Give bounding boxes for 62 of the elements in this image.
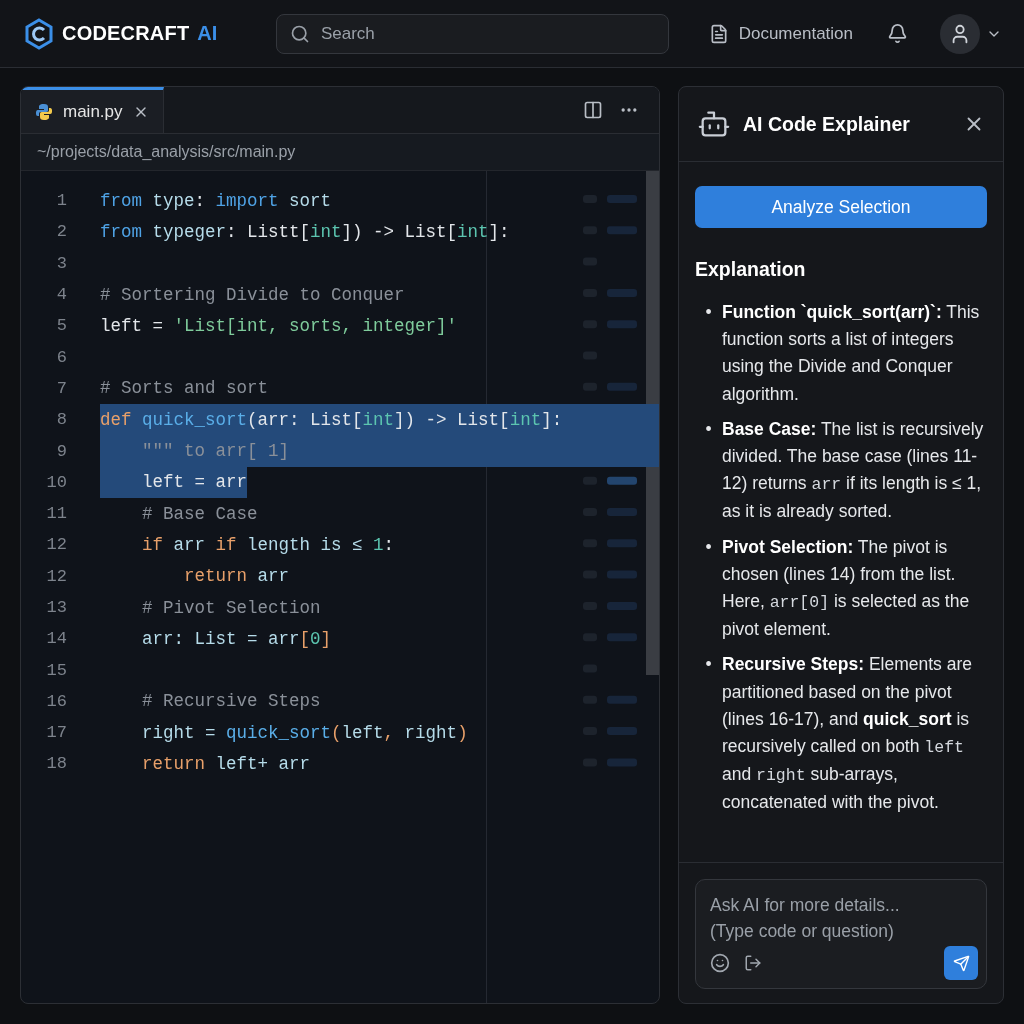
code-line: right = quick_sort(left, right) xyxy=(141,721,468,745)
line-number: 16 xyxy=(45,691,67,711)
analyze-button[interactable]: Analyze Selection xyxy=(695,186,987,228)
code-line: def quick_sort(arr: List[int]) -> List[int]: xyxy=(100,408,563,432)
python-icon xyxy=(35,102,53,121)
bullet: • xyxy=(704,535,713,559)
bullet: • xyxy=(704,301,713,324)
line-number: 18 xyxy=(45,754,67,774)
emoji-icon[interactable] xyxy=(710,953,730,973)
line-number: 8 xyxy=(55,410,67,430)
line-number: 17 xyxy=(45,723,67,743)
code-line: """ to arr[ 1] xyxy=(141,440,290,463)
code-line: # Recursive Steps xyxy=(141,690,321,714)
code-line: arr: List = arr[0] xyxy=(141,627,332,651)
code-line: from type: import sort xyxy=(100,189,332,213)
send-icon xyxy=(952,954,970,972)
code-line: return arr xyxy=(183,565,290,589)
panel-title: AI Code Explainer xyxy=(743,112,911,136)
line-number: 15 xyxy=(45,660,67,680)
line-number: 12 xyxy=(45,566,67,586)
bullet: • xyxy=(704,653,713,677)
code-line: # Base Case xyxy=(141,502,258,526)
line-number: 13 xyxy=(45,598,67,617)
line-number: 6 xyxy=(55,347,67,367)
line-number: 3 xyxy=(55,253,67,273)
explanation-item: Function `quick_sort(arr)`: This function sorts a list of integers using the Divide and Conquer algorithm. xyxy=(722,301,981,406)
brand-name: CODECRAFT xyxy=(62,22,190,45)
chat-input[interactable]: Ask AI for more details... (Type code or question) xyxy=(710,892,970,946)
send-button[interactable] xyxy=(944,946,978,980)
line-number: 14 xyxy=(45,629,67,649)
explanation-item: Base Case: The list is recursively divided. The base case (lines 11-12) returns arr if its length is ≤ 1, as it is already sorted. xyxy=(722,417,985,524)
section-heading: Explanation xyxy=(695,258,807,281)
logo-icon xyxy=(24,17,54,50)
line-number: 9 xyxy=(55,441,67,461)
code-line: from typeger: Listt[int]) -> List[int]: xyxy=(100,220,510,244)
line-number: 10 xyxy=(45,472,67,492)
file-path: ~/projects/data_analysis/src/main.py xyxy=(21,134,659,171)
documentation-link[interactable]: Documentation xyxy=(708,23,853,44)
search-field[interactable]: Search xyxy=(275,13,669,54)
line-number: 4 xyxy=(55,285,67,305)
line-number: 5 xyxy=(55,316,67,336)
code-line: # Sorts and sort xyxy=(100,377,269,401)
bullet: • xyxy=(704,417,713,441)
line-number: 2 xyxy=(55,222,67,242)
explanation-item: Pivot Selection: The pivot is chosen (lines 14) from the list. Here, arr[0] is selected as the pivot element. xyxy=(722,535,971,642)
code-line: # Sortering Divide to Conquer xyxy=(100,283,405,307)
search-icon xyxy=(289,23,310,44)
scrollbar[interactable] xyxy=(646,171,659,675)
line-number: 7 xyxy=(55,378,67,398)
split-view-icon[interactable] xyxy=(583,100,603,120)
code-line: # Pivot Selection xyxy=(141,596,321,620)
brand-accent: AI xyxy=(197,22,218,45)
chat-input-box[interactable]: Ask AI for more details... (Type code or question) xyxy=(695,879,987,989)
code-line: if arr if length is ≤ 1: xyxy=(141,533,395,557)
line-number: 11 xyxy=(45,504,67,524)
line-number: 12 xyxy=(45,535,67,555)
code-line: return left+ arr xyxy=(141,753,311,776)
explanation-item: Recursive Steps: Elements are partitioned based on the pivot (lines 16-17), and quick_sort is recursively called on both left and right sub-arrays, concatenated with the pivot. xyxy=(722,653,973,815)
code-line: left = 'List[int, sorts, integer]' xyxy=(100,314,458,338)
file-tab[interactable]: main.py xyxy=(21,87,164,133)
line-number: 1 xyxy=(55,191,67,211)
notifications-icon[interactable] xyxy=(887,23,908,44)
